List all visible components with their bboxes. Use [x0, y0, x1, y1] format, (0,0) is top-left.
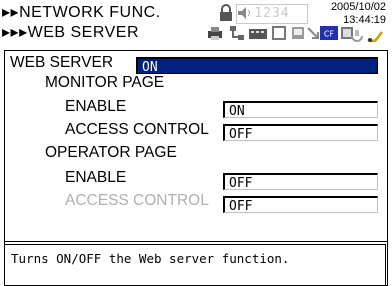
- lcd-counter: 1234: [236, 4, 308, 24]
- network-icon: [230, 26, 244, 40]
- settings-icon: [351, 30, 363, 42]
- menu-path-network-func: ▸▸NETWORK FUNC.: [2, 4, 161, 21]
- monitor-enable-field[interactable]: ON: [223, 101, 378, 119]
- date-text: 2005/10/02: [330, 1, 386, 13]
- menu-path-web-server: ▸▸▸WEB SERVER: [2, 24, 139, 41]
- trend-icon: [272, 26, 286, 40]
- keyboard-icon: [249, 29, 267, 39]
- web-server-label: WEB SERVER: [10, 54, 114, 71]
- lock-icon: [220, 4, 232, 21]
- svg-text:CF: CF: [324, 30, 335, 39]
- monitor-access-control-field[interactable]: OFF: [223, 124, 378, 142]
- web-server-value-field[interactable]: ON: [136, 57, 378, 75]
- help-message-box: Turns ON/OFF the Web server function.: [4, 244, 386, 286]
- monitor-access-control-label: ACCESS CONTROL: [65, 121, 209, 138]
- usb-icon: [367, 31, 383, 43]
- monitor-enable-label: ENABLE: [65, 98, 127, 115]
- operator-access-control-label: ACCESS CONTROL: [65, 192, 209, 209]
- operator-access-control-field[interactable]: OFF: [223, 196, 378, 214]
- help-divider: [4, 241, 388, 242]
- card-icon: [292, 27, 304, 39]
- status-header: ▸▸NETWORK FUNC. ▸▸▸WEB SERVER CF 1234 20…: [0, 0, 392, 50]
- cf-card-icon: CF: [320, 26, 338, 40]
- operator-page-title: OPERATOR PAGE: [45, 144, 177, 161]
- operator-enable-label: ENABLE: [65, 169, 127, 186]
- monitor-page-title: MONITOR PAGE: [45, 74, 165, 91]
- date-time: 2005/10/02 13:44:19: [306, 1, 386, 27]
- operator-enable-field[interactable]: OFF: [223, 173, 378, 191]
- printer-icon: [208, 27, 222, 40]
- time-text: 13:44:19: [343, 14, 386, 26]
